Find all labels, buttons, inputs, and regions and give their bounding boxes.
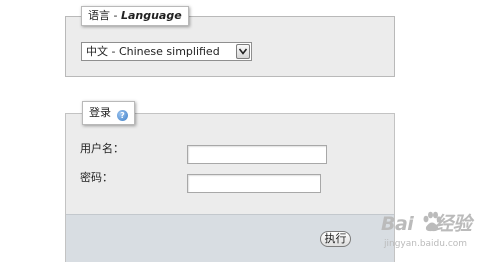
- submit-button[interactable]: 执行: [320, 231, 351, 247]
- watermark-url: jingyan.baidu.com: [384, 239, 468, 249]
- language-legend-separator: -: [110, 9, 121, 22]
- login-legend-label: 登录: [89, 106, 111, 119]
- paw-icon: [423, 211, 442, 232]
- username-label: 用户名：: [80, 142, 124, 155]
- chevron-down-icon[interactable]: [236, 44, 250, 59]
- username-input[interactable]: [187, 145, 327, 164]
- language-legend-prefix: 语言: [88, 9, 110, 22]
- help-icon[interactable]: ?: [117, 110, 128, 121]
- password-label: 密码：: [80, 171, 113, 184]
- language-legend-english: Language: [120, 9, 182, 22]
- language-legend: 语言 - Language: [81, 6, 189, 26]
- watermark-brand-left: Bai: [381, 213, 414, 235]
- login-legend: 登录?: [82, 101, 135, 125]
- baidu-watermark: Bai 经验 jingyan.baidu.com: [381, 209, 491, 259]
- password-input[interactable]: [187, 174, 321, 193]
- language-select[interactable]: 中文 - Chinese simplified: [81, 42, 252, 61]
- language-select-value: 中文 - Chinese simplified: [86, 45, 220, 58]
